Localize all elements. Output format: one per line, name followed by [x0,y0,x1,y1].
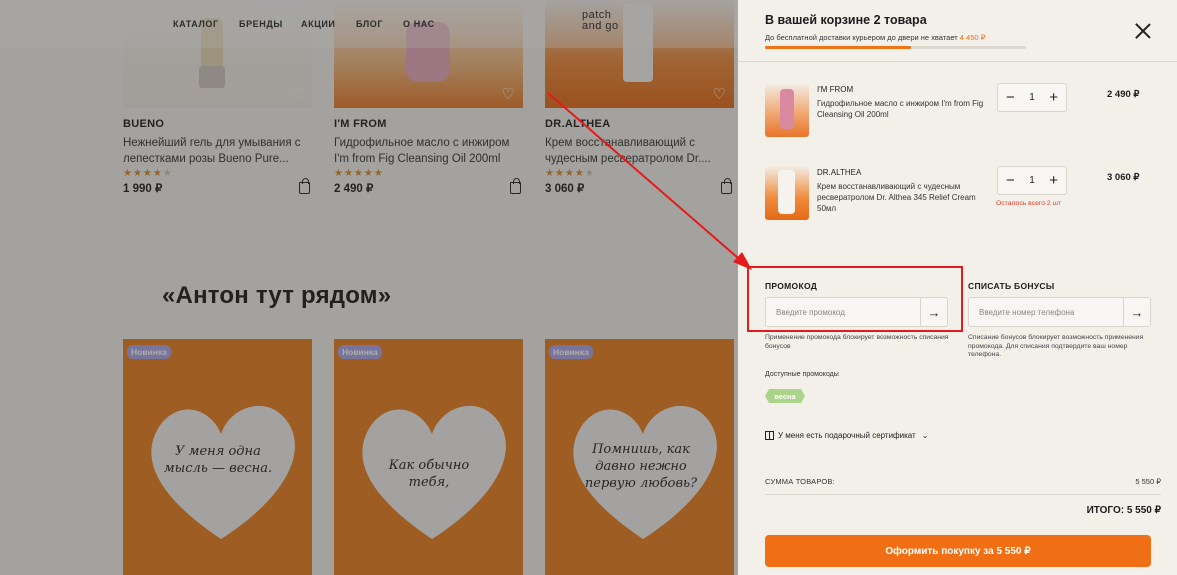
increase-button[interactable]: + [1049,173,1058,188]
phone-input[interactable] [969,298,1124,326]
cart-drawer: В вашей корзине 2 товара До бесплатной д… [738,0,1177,575]
shipping-text: До бесплатной доставки курьером до двери… [765,33,958,42]
bonus-hint: Списание бонусов блокирует возможность п… [968,334,1144,358]
background-page: КАТАЛОГ БРЕНДЫ АКЦИИ БЛОГ О НАС patch an… [0,0,738,575]
shipping-remaining: 4 450 ₽ [959,33,986,42]
subtotal-value: 5 550 ₽ [1135,477,1161,486]
gift-certificate-toggle[interactable]: У меня есть подарочный сертификат ⌄ [765,431,928,440]
quantity-stepper: − 1 + [997,83,1067,112]
available-promos-label: Доступные промокоды [765,371,839,378]
increase-button[interactable]: + [1049,90,1058,105]
quantity-value[interactable]: 1 [1029,175,1035,186]
checkout-button[interactable]: Оформить покупку за 5 550 ₽ [765,535,1151,567]
chevron-down-icon: ⌄ [921,431,929,440]
stock-warning: Осталось всего 2 шт [996,200,1062,207]
close-icon[interactable] [1135,23,1151,39]
decrease-button[interactable]: − [1006,173,1015,188]
shipping-progress-fill [765,46,912,49]
shipping-info: До бесплатной доставки курьером до двери… [765,33,985,42]
item-thumbnail[interactable] [765,83,809,137]
item-thumbnail[interactable] [765,166,809,220]
quantity-value[interactable]: 1 [1029,92,1035,103]
summary-divider [765,494,1161,495]
cart-item: DR.ALTHEA Крем восстанавливающий с чудес… [765,166,1165,222]
modal-backdrop[interactable] [0,0,738,575]
item-description[interactable]: Крем восстанавливающий с чудесным ресвер… [817,181,995,214]
promo-hint: Применение промокода блокирует возможнос… [765,334,949,350]
decrease-button[interactable]: − [1006,90,1015,105]
gift-label: У меня есть подарочный сертификат [778,431,916,440]
cart-title: В вашей корзине 2 товара [765,13,927,27]
quantity-stepper: − 1 + [997,166,1067,195]
total-amount: ИТОГО: 5 550 ₽ [1086,505,1161,516]
bonus-label: СПИСАТЬ БОНУСЫ [968,281,1055,291]
header-divider [738,61,1177,62]
item-brand: I'M FROM [817,85,854,94]
shipping-progress-bar [765,46,1026,49]
cart-item: I'M FROM Гидрофильное масло с инжиром I'… [765,83,1165,139]
subtotal-label: СУММА ТОВАРОВ: [765,477,835,486]
item-tube [778,170,795,214]
bonus-apply-arrow-icon[interactable]: → [1123,298,1150,326]
bonus-field: → [968,297,1151,327]
item-brand: DR.ALTHEA [817,168,862,177]
item-price: 2 490 ₽ [1107,89,1140,100]
gift-icon [765,431,774,440]
item-price: 3 060 ₽ [1107,172,1140,183]
item-bottle [780,89,794,129]
annotation-highlight-box [747,266,963,332]
promo-chip[interactable]: весна [765,389,805,403]
item-description[interactable]: Гидрофильное масло с инжиром I'm from Fi… [817,98,995,120]
